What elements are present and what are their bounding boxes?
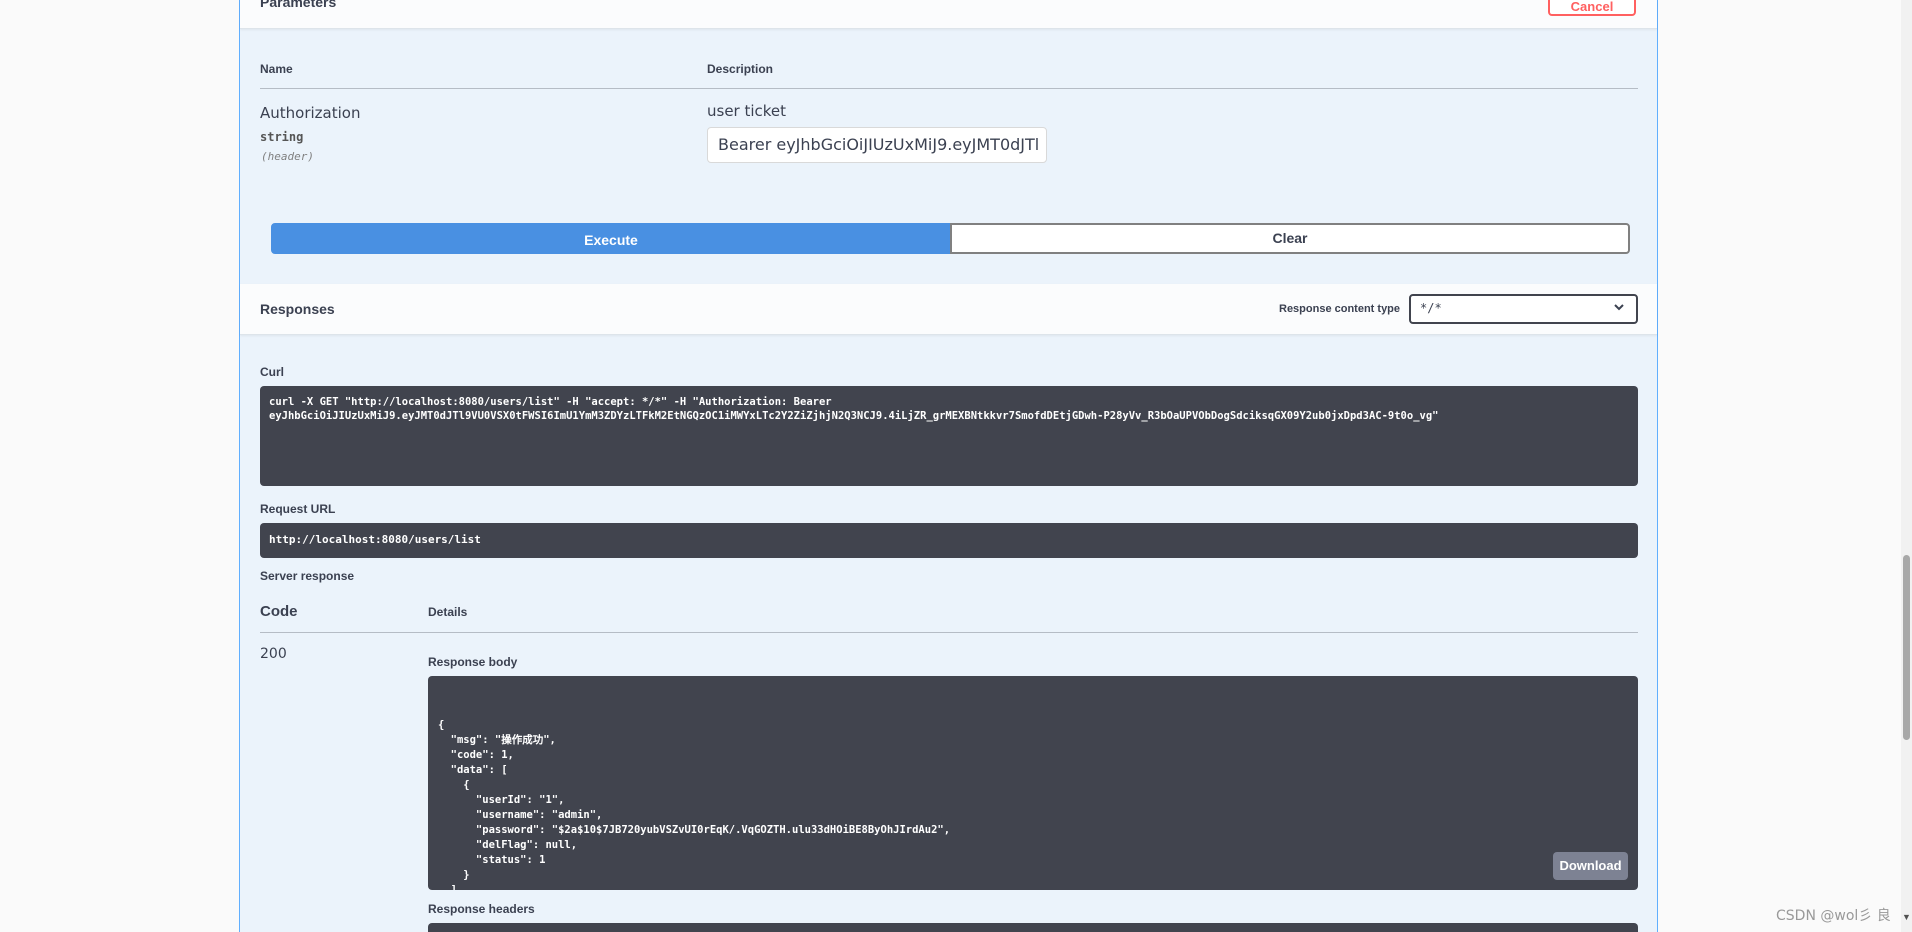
param-name: Authorization — [260, 104, 361, 122]
param-description: user ticket — [707, 102, 787, 120]
cancel-label: Cancel — [1570, 0, 1614, 14]
content-type-value: */* — [1420, 301, 1442, 315]
param-col-name: Name — [260, 62, 293, 76]
response-col-code: Code — [260, 603, 298, 620]
param-type: string — [260, 130, 304, 144]
curl-command[interactable]: curl -X GET "http://localhost:8080/users… — [260, 386, 1638, 486]
watermark: CSDN @wol彡 良 — [1776, 908, 1891, 924]
param-location: (header) — [261, 150, 314, 163]
operation-block: Parameters Cancel Name Description Autho… — [239, 0, 1658, 932]
response-body-label: Response body — [428, 655, 518, 669]
parameters-title: Parameters — [260, 0, 337, 10]
request-url-label: Request URL — [260, 502, 336, 516]
clear-button[interactable]: Clear — [950, 223, 1630, 254]
parameters-header: Parameters Cancel — [240, 0, 1657, 29]
triangle-down-icon[interactable]: ▼ — [1902, 912, 1911, 922]
cancel-button[interactable]: Cancel — [1548, 0, 1636, 16]
responses-title: Responses — [260, 301, 335, 317]
response-code: 200 — [260, 646, 287, 662]
response-headers-label: Response headers — [428, 902, 535, 916]
param-table-divider — [260, 88, 1638, 89]
authorization-input[interactable]: Bearer eyJhbGciOiJIUzUxMiJ9.eyJMT0dJTl — [707, 127, 1047, 163]
execute-button[interactable]: Execute — [271, 223, 951, 254]
param-col-description: Description — [707, 62, 774, 76]
response-col-details: Details — [428, 605, 468, 619]
response-content-type-select[interactable]: */* — [1409, 294, 1638, 324]
page-scrollbar[interactable] — [1901, 0, 1912, 932]
request-url-value[interactable]: http://localhost:8080/users/list — [260, 523, 1638, 558]
scrollbar-thumb[interactable] — [1903, 555, 1910, 740]
response-headers-block[interactable] — [428, 923, 1638, 932]
chevron-down-icon — [1614, 304, 1624, 311]
response-body[interactable]: { "msg": "操作成功", "code": 1, "data": [ { … — [428, 676, 1638, 890]
response-content-type-label: Response content type — [1279, 303, 1401, 315]
server-response-label: Server response — [260, 569, 355, 583]
response-body-text: { "msg": "操作成功", "code": 1, "data": [ { … — [438, 719, 951, 890]
download-button[interactable]: Download — [1553, 852, 1628, 880]
curl-label: Curl — [260, 365, 284, 379]
response-table-divider — [260, 632, 1638, 633]
